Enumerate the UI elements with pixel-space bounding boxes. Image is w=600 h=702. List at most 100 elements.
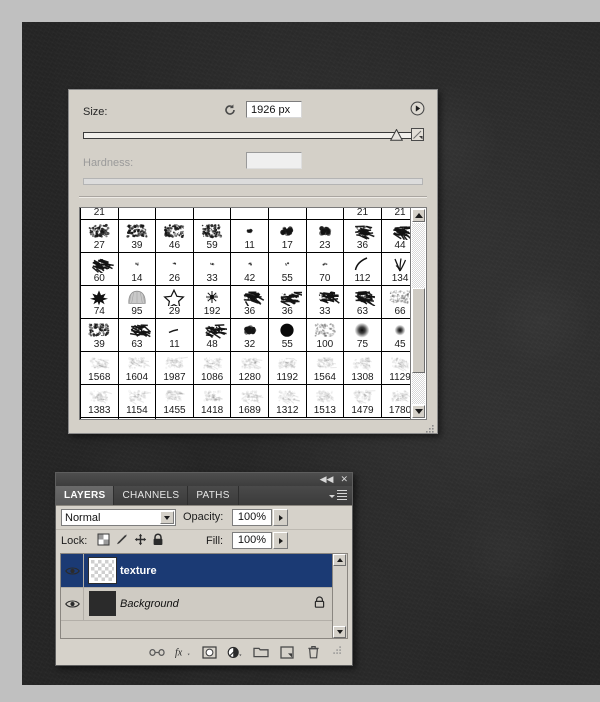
brush-preset-cell[interactable]: 1987 (156, 352, 194, 385)
brush-size-slider-handle[interactable] (390, 129, 403, 141)
brush-preset-cell[interactable] (306, 208, 344, 220)
brush-preset-cell[interactable]: 26 (156, 253, 194, 286)
brush-preset-cell[interactable]: 45 (381, 319, 410, 352)
brush-preset-cell[interactable]: 1564 (306, 352, 344, 385)
lock-all-icon[interactable] (152, 533, 164, 549)
fill-input[interactable]: 100% (232, 532, 272, 549)
layers-panel[interactable]: ◀◀ ✕ LAYERSCHANNELSPATHS Normal Opacity:… (55, 472, 353, 666)
brush-preset-cell[interactable]: 1476 (81, 418, 119, 420)
brush-preset-table[interactable]: 2121212739465911172336446014263342557011… (80, 208, 410, 419)
brush-preset-cell[interactable]: 1129 (381, 352, 410, 385)
new-layer-icon[interactable] (279, 644, 295, 660)
brush-preset-cell[interactable]: 70 (306, 253, 344, 286)
layer-thumbnail-cell[interactable] (84, 558, 120, 583)
brush-preset-cell[interactable]: 112 (344, 253, 382, 286)
lock-position-icon[interactable] (134, 533, 147, 549)
brush-preset-cell[interactable]: 36 (231, 286, 269, 319)
adjustment-icon[interactable] (227, 644, 243, 660)
brush-preset-cell[interactable] (193, 208, 231, 220)
triangle-down-icon[interactable] (333, 626, 346, 638)
brush-preset-cell[interactable]: 48 (193, 319, 231, 352)
brush-preset-cell[interactable]: 21 (381, 208, 410, 220)
opacity-spinner[interactable] (273, 509, 288, 526)
brush-preset-cell[interactable]: 17 (268, 220, 306, 253)
brush-preset-cell[interactable]: 42 (231, 253, 269, 286)
lock-transparent-pixels-icon[interactable] (97, 533, 110, 549)
brush-preset-cell[interactable]: 11 (156, 319, 194, 352)
resize-grip-icon[interactable] (333, 646, 342, 658)
trash-icon[interactable] (305, 644, 321, 660)
brush-preset-cell[interactable]: 33 (193, 253, 231, 286)
brush-preset-cell[interactable]: 1154 (118, 385, 156, 418)
brush-preset-cell[interactable]: 39 (81, 319, 119, 352)
brush-preset-cell[interactable]: 1455 (156, 385, 194, 418)
brush-preset-cell[interactable]: 1513 (306, 385, 344, 418)
brush-preset-cell[interactable]: 55 (268, 319, 306, 352)
close-icon[interactable]: ✕ (340, 474, 348, 485)
folder-icon[interactable] (253, 644, 269, 660)
brush-preset-cell[interactable]: 1568 (81, 352, 119, 385)
layer-list-scrollbar[interactable] (332, 554, 347, 638)
circle-play-icon[interactable] (410, 101, 425, 116)
brush-preset-cell[interactable]: 95 (118, 286, 156, 319)
triangle-down-icon[interactable] (412, 405, 425, 418)
layer-mask-icon[interactable] (201, 644, 217, 660)
brush-preset-cell[interactable]: 1780 (381, 385, 410, 418)
brush-preset-cell[interactable]: 36 (268, 286, 306, 319)
brush-preset-cell[interactable]: 21 (81, 208, 119, 220)
brush-preset-cell[interactable]: 75 (344, 319, 382, 352)
layers-panel-titlebar[interactable]: ◀◀ ✕ (56, 473, 352, 487)
brush-preset-cell[interactable]: 59 (193, 220, 231, 253)
opacity-input[interactable]: 100% (232, 509, 272, 526)
brush-preset-cell[interactable]: 29 (156, 286, 194, 319)
brush-grid-scrollbar[interactable] (410, 208, 426, 419)
brush-preset-cell[interactable]: 74 (81, 286, 119, 319)
brush-preset-cell[interactable]: 1280 (231, 352, 269, 385)
brush-size-slider[interactable] (83, 129, 423, 141)
tab-channels[interactable]: CHANNELS (114, 486, 188, 505)
triangle-up-icon[interactable] (412, 209, 425, 222)
layer-list[interactable]: texture Background (60, 553, 348, 639)
fill-spinner[interactable] (273, 532, 288, 549)
brush-preset-cell[interactable]: 100 (306, 319, 344, 352)
brush-preset-cell[interactable]: 33 (306, 286, 344, 319)
brush-preset-cell[interactable]: 192 (193, 286, 231, 319)
brush-preset-cell[interactable] (118, 208, 156, 220)
layer-visibility-toggle[interactable] (61, 554, 84, 587)
brush-preset-cell[interactable] (156, 208, 194, 220)
layer-row[interactable]: Background (61, 587, 333, 621)
brush-preset-cell[interactable]: 11 (231, 220, 269, 253)
brush-preset-cell[interactable]: 63 (344, 286, 382, 319)
layer-visibility-toggle[interactable] (61, 587, 84, 620)
brush-preset-grid-area[interactable]: 2121212739465911172336446014263342557011… (79, 207, 427, 420)
brush-preset-cell[interactable]: 39 (118, 220, 156, 253)
tab-layers[interactable]: LAYERS (56, 486, 114, 505)
brush-preset-cell[interactable]: 1086 (193, 352, 231, 385)
brush-preset-cell[interactable]: 36 (344, 220, 382, 253)
brush-preset-cell[interactable]: 1312 (268, 385, 306, 418)
fx-icon[interactable]: fx (175, 644, 191, 660)
resize-grip-icon[interactable] (425, 421, 435, 431)
brush-size-input[interactable]: 1926 px (246, 101, 302, 118)
brush-preset-cell[interactable]: 27 (81, 220, 119, 253)
panel-menu-icon[interactable] (329, 490, 347, 502)
brush-preset-cell[interactable]: 32 (231, 319, 269, 352)
tab-paths[interactable]: PATHS (188, 486, 238, 505)
layers-panel-tabs[interactable]: LAYERSCHANNELSPATHS (56, 486, 352, 505)
layer-thumbnail-cell[interactable] (84, 591, 120, 616)
brush-preset-cell[interactable]: 46 (156, 220, 194, 253)
link-icon[interactable] (149, 644, 165, 660)
chevron-down-icon[interactable] (160, 511, 174, 524)
brush-preset-cell[interactable]: 63 (118, 319, 156, 352)
reset-icon[interactable] (223, 103, 237, 117)
triangle-up-icon[interactable] (333, 554, 346, 566)
brush-preset-cell[interactable] (268, 208, 306, 220)
brush-preset-picker-panel[interactable]: Size: 1926 px (68, 89, 438, 434)
brush-preset-cell[interactable]: 14 (118, 253, 156, 286)
brush-preset-cell[interactable] (231, 208, 269, 220)
brush-preset-cell[interactable]: 1604 (118, 352, 156, 385)
brush-preset-cell[interactable]: 66 (381, 286, 410, 319)
brush-preset-cell[interactable]: 1192 (268, 352, 306, 385)
new-document-icon[interactable] (410, 127, 425, 142)
layer-row[interactable]: texture (61, 554, 333, 588)
